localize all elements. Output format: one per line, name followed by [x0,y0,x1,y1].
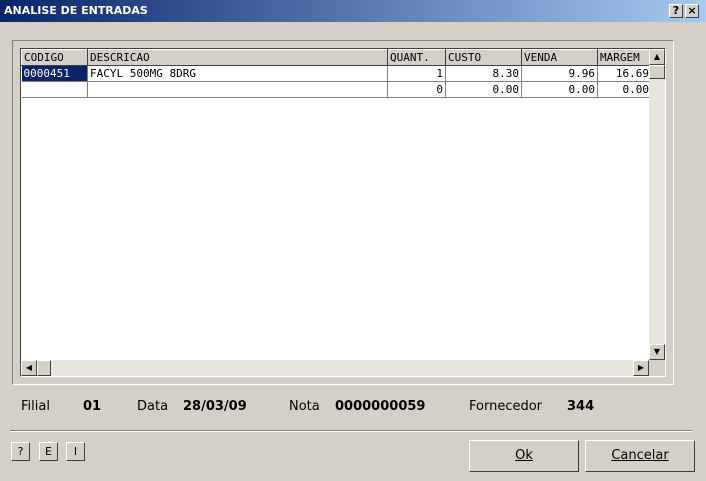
col-header-venda[interactable]: VENDA [521,49,598,66]
cell-margem[interactable]: 16.69 [597,65,652,82]
cell-codigo[interactable]: 0000451 [21,65,88,82]
scroll-down-icon[interactable]: ▼ [649,344,665,360]
scroll-up-icon[interactable]: ▲ [649,49,665,65]
horizontal-scroll-thumb[interactable] [37,360,51,376]
entries-grid[interactable]: CODIGO DESCRICAO QUANT. CUSTO VENDA MARG… [20,48,666,377]
cell-venda[interactable]: 0.00 [521,81,598,98]
col-header-quant[interactable]: QUANT. [387,49,446,66]
scroll-right-icon[interactable]: ▶ [633,360,649,376]
data-value: 28/03/09 [183,399,247,414]
table-row[interactable]: 0000451 FACYL 500MG 8DRG 1 8.30 9.96 16.… [21,65,652,82]
nota-label: Nota [289,399,320,414]
col-header-custo[interactable]: CUSTO [445,49,522,66]
cell-descricao[interactable]: FACYL 500MG 8DRG [87,65,388,82]
grid-header-row: CODIGO DESCRICAO QUANT. CUSTO VENDA MARG… [21,49,652,66]
cancel-button[interactable]: Cancelar [585,440,695,472]
help-button[interactable]: ? [11,442,30,461]
cell-quant[interactable]: 1 [387,65,446,82]
vertical-scrollbar[interactable]: ▲ ▼ [649,49,665,360]
cell-quant[interactable]: 0 [387,81,446,98]
close-button[interactable]: × [685,4,699,18]
entries-table: CODIGO DESCRICAO QUANT. CUSTO VENDA MARG… [21,49,652,98]
cell-descricao[interactable] [87,81,388,98]
col-header-descricao[interactable]: DESCRICAO [87,49,388,66]
i-button[interactable]: I [66,442,85,461]
filial-value: 01 [83,399,102,414]
cell-margem[interactable]: 0.00 [597,81,652,98]
divider [10,430,692,432]
scroll-left-icon[interactable]: ◀ [21,360,37,376]
table-row[interactable]: 0 0.00 0.00 0.00 [21,81,652,98]
cell-venda[interactable]: 9.96 [521,65,598,82]
vertical-scroll-thumb[interactable] [649,65,665,79]
horizontal-scrollbar[interactable]: ◀ ▶ [21,360,649,376]
cell-codigo[interactable] [21,81,88,98]
col-header-codigo[interactable]: CODIGO [21,49,88,66]
data-label: Data [137,399,169,414]
help-title-button[interactable]: ? [669,4,683,18]
fornecedor-label: Fornecedor [469,399,543,414]
cell-custo[interactable]: 8.30 [445,65,522,82]
window-title: ANALISE DE ENTRADAS [4,4,148,17]
scrollbar-corner [649,360,665,376]
title-bar: ANALISE DE ENTRADAS ? × [0,0,706,22]
ok-button[interactable]: Ok [469,440,579,472]
nota-value: 0000000059 [335,399,426,414]
filial-label: Filial [21,399,50,414]
e-button[interactable]: E [39,442,58,461]
cell-custo[interactable]: 0.00 [445,81,522,98]
fornecedor-value: 344 [567,399,595,414]
col-header-margem[interactable]: MARGEM [597,49,652,66]
